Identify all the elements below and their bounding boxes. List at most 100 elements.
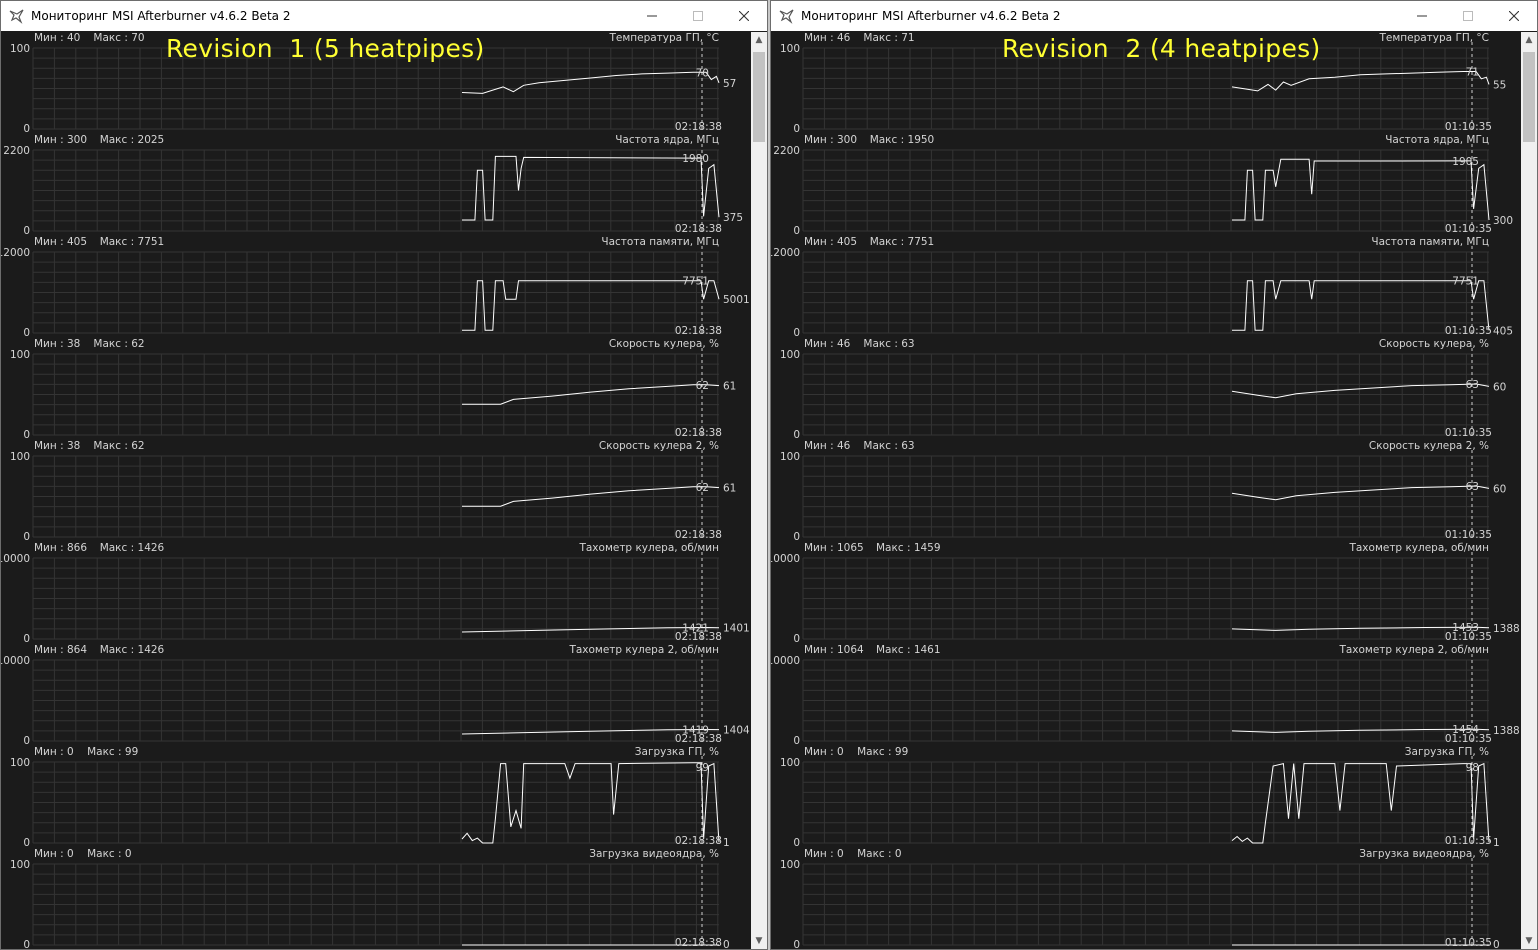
scroll-up-icon[interactable]: ▲ — [751, 32, 767, 48]
marker-value: 98 — [1466, 762, 1479, 774]
y-max-label: 100 — [780, 859, 800, 871]
time-label: 02:18:38 — [675, 223, 722, 235]
max-label: Макс : 1459 — [876, 542, 941, 554]
min-label: Мин : 300 — [34, 134, 87, 146]
scrollbar-thumb[interactable] — [753, 52, 765, 142]
current-value: 61 — [723, 483, 736, 495]
graph-title: Тахометр кулера 2, об/мин — [568, 644, 719, 656]
y-max-label: 100 — [780, 757, 800, 769]
time-label: 02:18:38 — [675, 529, 722, 541]
marker-value: 1419 — [682, 725, 709, 737]
max-label: Макс : 0 — [87, 848, 132, 860]
graph-title: Частота памяти, МГц — [1371, 236, 1489, 248]
graph-title: Температура ГП, °C — [608, 32, 719, 44]
y-max-label: 2200 — [3, 145, 30, 157]
min-label: Мин : 0 — [34, 848, 74, 860]
min-label: Мин : 864 — [34, 644, 87, 656]
marker-value: 62 — [696, 482, 709, 494]
scroll-down-icon[interactable]: ▼ — [1521, 933, 1537, 949]
y-min-label: 0 — [793, 531, 800, 543]
titlebar[interactable]: Мониторинг MSI Afterburner v4.6.2 Beta 2 — [1, 1, 767, 31]
titlebar[interactable]: Мониторинг MSI Afterburner v4.6.2 Beta 2 — [771, 1, 1537, 31]
y-min-label: 0 — [793, 225, 800, 237]
window-title: Мониторинг MSI Afterburner v4.6.2 Beta 2 — [31, 9, 291, 23]
min-label: Мин : 0 — [804, 746, 844, 758]
overlay-title: Revision 2 (4 heatpipes) — [1002, 34, 1321, 63]
y-min-label: 0 — [23, 429, 30, 441]
min-label: Мин : 300 — [804, 134, 857, 146]
y-min-label: 0 — [23, 225, 30, 237]
current-value: 55 — [1493, 79, 1506, 91]
current-value: 375 — [723, 212, 743, 224]
graph-title: Скорость кулера, % — [609, 338, 719, 350]
marker-value: 63 — [1466, 379, 1479, 391]
graph-title: Загрузка ГП, % — [635, 746, 719, 758]
current-value: 1388 — [1493, 623, 1520, 635]
monitoring-graphs: Мин : 46 Макс : 71 Температура ГП, °C1000 0… — [771, 32, 1522, 949]
marker-value: 70 — [696, 67, 709, 79]
minimize-button[interactable] — [1399, 1, 1445, 31]
close-button[interactable] — [721, 1, 767, 31]
min-label: Мин : 46 — [804, 32, 851, 44]
current-value: 1404 — [723, 725, 750, 737]
y-min-label: 0 — [793, 735, 800, 747]
min-label: Мин : 1065 — [804, 542, 864, 554]
max-label: Макс : 7751 — [100, 236, 165, 248]
max-label: Макс : 99 — [857, 746, 908, 758]
marker-value: 1905 — [1452, 156, 1479, 168]
y-min-label: 0 — [23, 633, 30, 645]
min-label: Мин : 405 — [804, 236, 857, 248]
time-label: 01:10:35 — [1445, 121, 1492, 133]
marker-value: 63 — [1466, 481, 1479, 493]
y-max-label: 10000 — [1, 553, 30, 565]
time-label: 01:10:35 — [1445, 835, 1492, 847]
graph-title: Скорость кулера 2, % — [599, 440, 719, 452]
close-icon — [739, 11, 749, 21]
y-max-label: 100 — [780, 349, 800, 361]
y-min-label: 0 — [793, 429, 800, 441]
panel-background — [771, 32, 1522, 949]
y-min-label: 0 — [23, 531, 30, 543]
current-value: 0 — [1493, 939, 1500, 949]
min-label: Мин : 46 — [804, 338, 851, 350]
afterburner-app-icon — [9, 9, 24, 24]
y-min-label: 0 — [793, 939, 800, 949]
time-label: 01:10:35 — [1445, 325, 1492, 337]
max-label: Макс : 63 — [863, 440, 914, 452]
overlay-title: Revision 1 (5 heatpipes) — [166, 34, 485, 63]
y-min-label: 0 — [23, 123, 30, 135]
current-value: 57 — [723, 78, 736, 90]
max-label: Макс : 1426 — [100, 644, 165, 656]
close-button[interactable] — [1491, 1, 1537, 31]
vertical-scrollbar[interactable]: ▲ ▼ — [1521, 32, 1537, 949]
scrollbar-thumb[interactable] — [1523, 52, 1535, 142]
y-max-label: 100 — [10, 451, 30, 463]
minimize-button[interactable] — [629, 1, 675, 31]
monitor-window-left: Мониторинг MSI Afterburner v4.6.2 Beta 2… — [0, 0, 768, 950]
monitoring-graphs: Мин : 40 Макс : 70 Температура ГП, °C1000 0… — [1, 32, 752, 949]
graph-title: Частота памяти, МГц — [601, 236, 719, 248]
maximize-button[interactable] — [675, 1, 721, 31]
time-label: 02:18:38 — [675, 121, 722, 133]
scroll-down-icon[interactable]: ▼ — [751, 933, 767, 949]
graph-title: Загрузка видеоядра, % — [589, 848, 719, 860]
max-label: Макс : 2025 — [100, 134, 165, 146]
y-max-label: 100 — [10, 859, 30, 871]
graph-title: Скорость кулера, % — [1379, 338, 1489, 350]
vertical-scrollbar[interactable]: ▲ ▼ — [751, 32, 767, 949]
graph-title: Температура ГП, °C — [1378, 32, 1489, 44]
max-label: Макс : 99 — [87, 746, 138, 758]
y-min-label: 0 — [23, 837, 30, 849]
y-min-label: 0 — [23, 735, 30, 747]
current-value: 1 — [1493, 837, 1500, 849]
y-min-label: 0 — [793, 633, 800, 645]
current-value: 1 — [723, 837, 730, 849]
marker-value: 99 — [696, 762, 709, 774]
scroll-up-icon[interactable]: ▲ — [1521, 32, 1537, 48]
y-min-label: 0 — [23, 939, 30, 949]
max-label: Макс : 63 — [863, 338, 914, 350]
marker-value: 1980 — [682, 153, 709, 165]
current-value: 60 — [1493, 381, 1506, 393]
y-min-label: 0 — [793, 327, 800, 339]
maximize-button[interactable] — [1445, 1, 1491, 31]
